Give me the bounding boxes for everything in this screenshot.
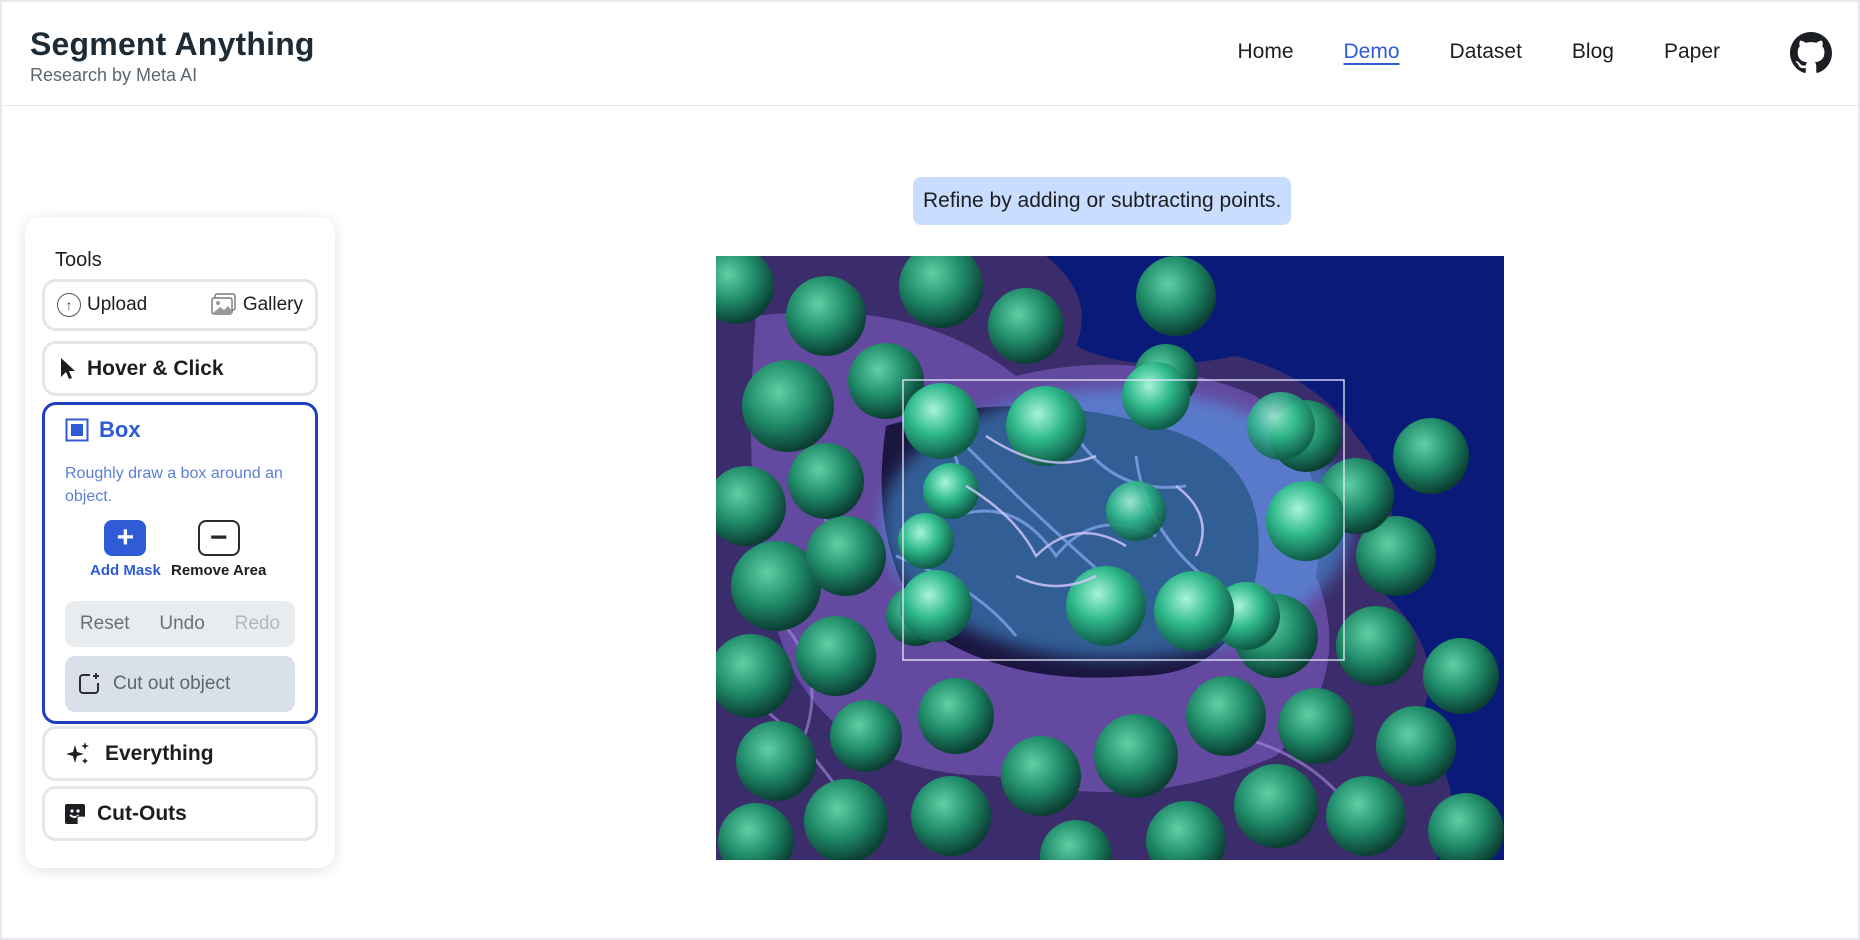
upload-arrow-icon: ↑ xyxy=(57,293,81,317)
cut-out-object-button[interactable]: Cut out object xyxy=(65,656,295,712)
nav-home[interactable]: Home xyxy=(1237,40,1293,64)
sparkle-icon xyxy=(66,741,89,764)
nav-paper[interactable]: Paper xyxy=(1664,40,1720,64)
undo-button[interactable]: Undo xyxy=(159,613,204,635)
box-description: Roughly draw a box around an object. xyxy=(65,465,283,505)
everything-tool[interactable]: Everything xyxy=(42,726,318,781)
remove-area-button[interactable]: − Remove Area xyxy=(171,520,266,579)
everything-label: Everything xyxy=(105,741,214,765)
box-icon xyxy=(65,418,89,442)
brand: Segment Anything Research by Meta AI xyxy=(30,26,315,86)
gallery-icon xyxy=(211,293,236,315)
gallery-label: Gallery xyxy=(242,294,303,315)
nav-demo[interactable]: Demo xyxy=(1344,40,1400,64)
plus-icon: + xyxy=(104,520,147,556)
nav-blog[interactable]: Blog xyxy=(1572,40,1614,64)
history-controls: Reset Undo Redo xyxy=(65,601,295,647)
hover-click-label: Hover & Click xyxy=(87,356,224,380)
hover-click-tool[interactable]: Hover & Click xyxy=(42,341,318,396)
add-mask-label: Add Mask xyxy=(90,562,161,579)
main-nav: Home Demo Dataset Blog Paper xyxy=(1237,40,1720,64)
tools-title: Tools xyxy=(55,249,102,271)
gallery-button[interactable]: Gallery xyxy=(211,293,303,317)
add-mask-button[interactable]: + Add Mask xyxy=(90,520,161,579)
cursor-icon xyxy=(61,357,75,379)
box-tool[interactable]: Box Roughly draw a box around an object.… xyxy=(42,402,318,724)
redo-button[interactable]: Redo xyxy=(235,613,280,635)
upload-button[interactable]: ↑ Upload xyxy=(57,293,147,317)
site-title[interactable]: Segment Anything xyxy=(30,26,315,63)
minus-icon: − xyxy=(197,520,240,556)
site-subtitle: Research by Meta AI xyxy=(30,65,198,85)
cut-outs-label: Cut-Outs xyxy=(97,801,187,825)
image-canvas[interactable] xyxy=(716,256,1504,860)
sticker-icon xyxy=(65,803,85,824)
reset-button[interactable]: Reset xyxy=(80,613,130,635)
box-label: Box xyxy=(99,417,141,442)
upload-label: Upload xyxy=(87,294,148,315)
upload-gallery-row: ↑ Upload Gallery xyxy=(42,279,318,331)
cut-out-icon xyxy=(79,673,99,694)
tools-panel: Tools ↑ Upload Gallery Hover & Click Box… xyxy=(25,217,335,868)
github-icon[interactable] xyxy=(1790,32,1832,74)
cut-out-label: Cut out object xyxy=(113,673,231,694)
cut-outs-tool[interactable]: Cut-Outs xyxy=(42,786,318,841)
microscopy-image xyxy=(716,256,1504,860)
instruction-banner: Refine by adding or subtracting points. xyxy=(913,177,1292,225)
box-tool-header: Box xyxy=(65,417,141,443)
nav-dataset[interactable]: Dataset xyxy=(1450,40,1522,64)
remove-area-label: Remove Area xyxy=(171,562,267,579)
top-header: Segment Anything Research by Meta AI Hom… xyxy=(0,0,1860,106)
